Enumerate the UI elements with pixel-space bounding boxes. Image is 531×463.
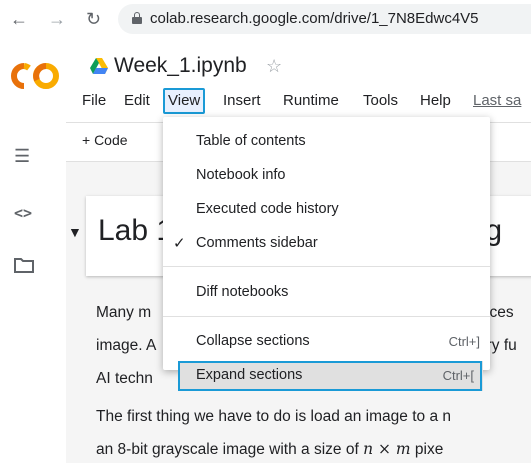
menu-item-expand-sections[interactable]: Expand sections Ctrl+[ bbox=[163, 361, 490, 391]
check-icon: ✓ bbox=[173, 235, 186, 252]
menu-item-shortcut: Ctrl+[ bbox=[442, 368, 474, 383]
add-code-button[interactable]: + Code bbox=[82, 132, 128, 148]
menu-item-comments-sidebar[interactable]: ✓ Comments sidebar bbox=[163, 229, 490, 259]
menu-edit[interactable]: Edit bbox=[122, 88, 152, 114]
back-icon[interactable]: ← bbox=[10, 8, 28, 30]
code-icon[interactable]: <> bbox=[14, 204, 32, 222]
para2-line2-suffix: pixe bbox=[410, 441, 444, 458]
menu-view[interactable]: View bbox=[163, 88, 206, 114]
url-text: colab.research.google.com/drive/1_7N8Edw… bbox=[150, 10, 479, 27]
heading-text: Lab 1 bbox=[98, 214, 174, 247]
menu-tools[interactable]: Tools bbox=[361, 88, 400, 114]
forward-icon[interactable]: → bbox=[48, 8, 66, 30]
menu-item-label: Comments sidebar bbox=[196, 235, 318, 251]
browser-toolbar: ← → ↻ colab.research.google.com/drive/1_… bbox=[0, 0, 531, 40]
folder-icon[interactable] bbox=[14, 257, 34, 273]
menu-item-collapse-sections[interactable]: Collapse sections Ctrl+] bbox=[163, 327, 490, 357]
toc-icon[interactable]: ☰ bbox=[14, 146, 30, 167]
menu-help[interactable]: Help bbox=[418, 88, 453, 114]
colab-logo[interactable] bbox=[10, 62, 62, 90]
last-saved-link[interactable]: Last sa bbox=[471, 88, 523, 114]
menu-divider bbox=[163, 316, 490, 317]
menu-item-diff-notebooks[interactable]: Diff notebooks bbox=[163, 278, 490, 308]
collapse-caret-icon[interactable]: ▼ bbox=[68, 224, 82, 240]
para1-line2: image. A bbox=[96, 337, 157, 354]
para1-line3: AI techn bbox=[96, 370, 153, 387]
para1-line1: Many m bbox=[96, 304, 152, 321]
menu-runtime[interactable]: Runtime bbox=[281, 88, 341, 114]
notebook-title[interactable]: Week_1.ipynb bbox=[114, 54, 247, 78]
menu-item-label: Diff notebooks bbox=[196, 284, 289, 300]
view-menu-dropdown: Table of contents Notebook info Executed… bbox=[163, 117, 490, 370]
menu-item-executed-code-history[interactable]: Executed code history bbox=[163, 195, 490, 225]
star-icon[interactable]: ☆ bbox=[266, 56, 282, 77]
para1-line1-end: ices bbox=[486, 304, 514, 321]
para2-math: n × m bbox=[363, 440, 411, 458]
para2-line1: The first thing we have to do is load an… bbox=[96, 408, 451, 425]
para2-line2: an 8-bit grayscale image with a size of … bbox=[96, 440, 443, 459]
lock-icon bbox=[132, 12, 142, 24]
menu-file[interactable]: File bbox=[80, 88, 108, 114]
menu-item-notebook-info[interactable]: Notebook info bbox=[163, 161, 490, 191]
menu-item-shortcut: Ctrl+] bbox=[448, 334, 480, 349]
menu-item-label: Notebook info bbox=[196, 167, 286, 183]
menu-item-label: Collapse sections bbox=[196, 333, 310, 349]
menu-insert[interactable]: Insert bbox=[221, 88, 263, 114]
menu-item-label: Executed code history bbox=[196, 201, 339, 217]
menu-item-label: Table of contents bbox=[196, 133, 306, 149]
address-bar[interactable]: colab.research.google.com/drive/1_7N8Edw… bbox=[118, 4, 531, 34]
para2-line2-prefix: an 8-bit grayscale image with a size of bbox=[96, 441, 364, 458]
drive-icon[interactable] bbox=[90, 58, 108, 74]
reload-icon[interactable]: ↻ bbox=[86, 8, 101, 30]
menu-item-label: Expand sections bbox=[196, 367, 303, 383]
menu-item-table-of-contents[interactable]: Table of contents bbox=[163, 127, 490, 157]
menu-divider bbox=[163, 266, 490, 267]
